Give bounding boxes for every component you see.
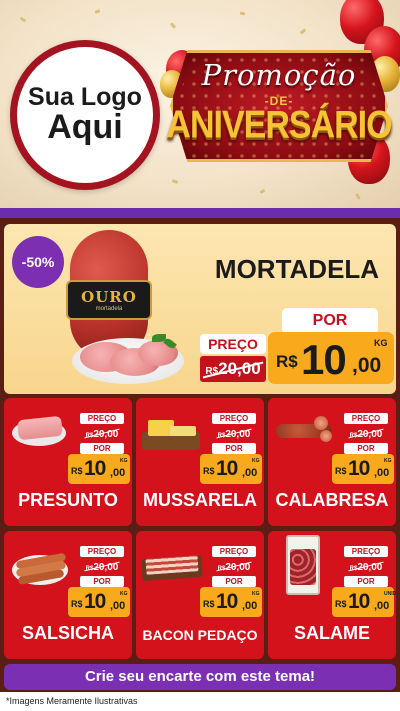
brand-label: OURO <box>81 288 137 306</box>
confetti <box>355 193 361 200</box>
featured-product-card[interactable]: OURO mortadela -50% MORTADELA PREÇO R$20… <box>4 224 396 394</box>
price-unit: KG <box>252 458 260 464</box>
product-card[interactable]: PREÇO R$20,00 POR R$10 ,00 UNID SALAME <box>268 531 396 659</box>
price-unit: UNID <box>384 591 396 597</box>
product-name: SALSICHA <box>21 623 114 643</box>
header: Sua Logo Aqui Promoção -DE- ANIVERSÁRIO <box>0 0 400 210</box>
purple-divider <box>0 208 400 218</box>
price-decimal: ,00 <box>242 600 258 612</box>
product-image <box>138 535 203 593</box>
brand-sub: mortadela <box>95 306 123 312</box>
product-image <box>270 535 334 595</box>
currency: R$ <box>71 599 83 609</box>
old-price: R$20,00 <box>212 559 256 573</box>
price-unit: KG <box>120 458 128 464</box>
product-image <box>270 402 334 460</box>
preco-label: PREÇO <box>212 546 256 557</box>
footer-disclaimer: *Imagens Meramente Ilustrativas <box>0 692 400 711</box>
por-label: POR <box>212 443 256 454</box>
new-price: R$ 10 ,00 KG <box>68 587 130 617</box>
por-label: POR <box>344 576 388 587</box>
price-unit: KG <box>120 591 128 597</box>
price-integer: 10 <box>84 590 106 613</box>
currency: R$ <box>71 466 83 476</box>
old-price: R$20,00 <box>212 426 256 440</box>
price-unit: KG <box>374 338 388 348</box>
price-integer: 10 <box>301 336 347 383</box>
preco-label: PREÇO <box>344 413 388 424</box>
product-card[interactable]: PREÇO R$20,00 POR R$10 ,00 KG PRESUNTO <box>4 398 132 526</box>
por-label: POR <box>344 443 388 454</box>
por-label: POR <box>212 576 256 587</box>
old-price: R$20,00 <box>200 356 266 382</box>
price-integer: 10 <box>84 457 106 480</box>
product-card[interactable]: PREÇO R$20,00 POR R$10 ,00 KG SALSICHA <box>4 531 132 659</box>
product-name: SALAME <box>294 623 370 643</box>
discount-badge: -50% <box>12 236 64 288</box>
new-price: R$ 10 ,00 KG <box>200 454 262 484</box>
por-label: POR <box>80 576 124 587</box>
create-flyer-button[interactable]: Crie seu encarte com este tema! <box>4 664 396 690</box>
preco-label: PREÇO <box>200 334 266 354</box>
new-price: R$ 10 ,00 KG <box>268 332 394 384</box>
new-price: R$ 10 ,00 KG <box>200 587 262 617</box>
product-name: CALABRESA <box>275 490 389 510</box>
confetti <box>94 9 101 14</box>
banner-aniversario-text: ANIVERSÁRIO <box>166 103 392 147</box>
preco-label: PREÇO <box>80 546 124 557</box>
confetti <box>19 16 27 23</box>
product-name: PRESUNTO <box>18 490 118 510</box>
product-card[interactable]: PREÇO R$20,00 POR R$10 ,00 KG CALABRESA <box>268 398 396 526</box>
price-integer: 10 <box>348 590 370 613</box>
price-integer: 10 <box>216 457 238 480</box>
new-price: R$ 10 ,00 KG <box>68 454 130 484</box>
old-price: R$20,00 <box>80 426 124 440</box>
price-decimal: ,00 <box>242 467 258 479</box>
product-card[interactable]: PREÇO R$20,00 POR R$10 ,00 KG BACON PEDAÇO <box>136 531 264 659</box>
currency: R$ <box>335 466 347 476</box>
confetti <box>171 179 179 184</box>
preco-label: PREÇO <box>80 413 124 424</box>
price-decimal: ,00 <box>352 354 382 377</box>
price-decimal: ,00 <box>374 600 390 612</box>
price-integer: 10 <box>348 457 370 480</box>
price-decimal: ,00 <box>110 600 126 612</box>
confetti <box>259 188 266 195</box>
new-price: R$ 10 ,00 KG <box>332 454 394 484</box>
featured-product-name: MORTADELA <box>214 254 380 284</box>
old-price: R$20,00 <box>344 426 388 440</box>
logo-line-1: Sua Logo <box>28 83 142 112</box>
price-unit: KG <box>252 591 260 597</box>
price-decimal: ,00 <box>110 467 126 479</box>
anniversary-banner: Promoção -DE- ANIVERSÁRIO <box>160 44 398 166</box>
product-name: BACON PEDAÇO <box>142 627 258 643</box>
mortadela-image: OURO mortadela <box>52 230 184 390</box>
banner-promo-text: Promoção <box>201 58 357 92</box>
product-image <box>6 535 70 593</box>
product-name: MUSSARELA <box>142 490 257 510</box>
confetti <box>169 22 177 29</box>
price-integer: 10 <box>216 590 238 613</box>
product-image <box>138 402 202 460</box>
por-label: POR <box>282 308 378 334</box>
new-price: R$ 10 ,00 UNID <box>332 587 396 617</box>
por-label: POR <box>80 443 124 454</box>
confetti <box>239 11 246 16</box>
price-unit: KG <box>384 458 392 464</box>
currency: R$ <box>203 599 215 609</box>
logo-placeholder[interactable]: Sua Logo Aqui <box>10 40 160 190</box>
old-price: R$20,00 <box>344 559 388 573</box>
preco-label: PREÇO <box>344 546 388 557</box>
product-card[interactable]: PREÇO R$20,00 POR R$10 ,00 KG MUSSARELA <box>136 398 264 526</box>
preco-label: PREÇO <box>212 413 256 424</box>
price-decimal: ,00 <box>374 467 390 479</box>
logo-line-2: Aqui <box>47 108 123 147</box>
currency: R$ <box>203 466 215 476</box>
currency: R$ <box>276 352 298 371</box>
product-image <box>6 402 70 460</box>
old-price: R$20,00 <box>80 559 124 573</box>
currency: R$ <box>335 599 347 609</box>
confetti <box>299 28 307 35</box>
mortadela-label: OURO mortadela <box>66 280 152 320</box>
